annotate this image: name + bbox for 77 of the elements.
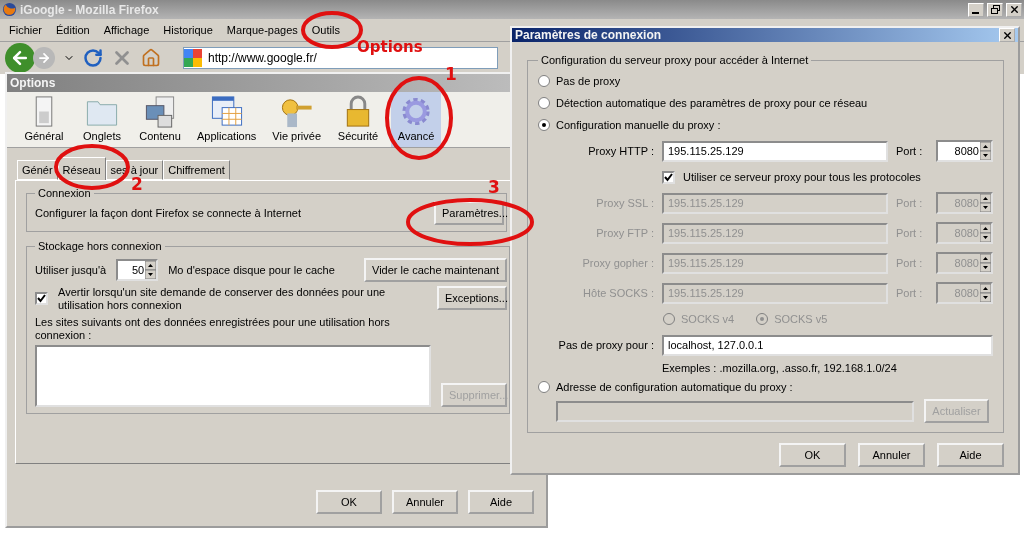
menu-item[interactable]: Fichier (4, 22, 47, 38)
checkbox[interactable] (662, 170, 675, 184)
pane-button[interactable]: Général (19, 92, 69, 147)
tab[interactable]: Chiffrement (163, 160, 230, 180)
cache-unit-label: Mo d'espace disque pour le cache (168, 264, 336, 276)
port-field[interactable]: 8080 (936, 140, 993, 162)
close-icon[interactable] (999, 28, 1015, 42)
menu-item[interactable]: Édition (51, 22, 95, 38)
menu-item[interactable]: Marque-pages (221, 22, 303, 38)
dialog-button[interactable]: Annuler (392, 490, 458, 514)
checkbox[interactable] (35, 292, 48, 305)
pane-button[interactable]: Avancé (391, 92, 442, 147)
no-proxy-label: Pas de proxy pour : (557, 338, 654, 353)
port-label: Port : (896, 227, 924, 239)
menu-item[interactable]: Historique (158, 22, 218, 38)
spin-arrows-icon[interactable] (145, 261, 157, 279)
pane-button[interactable]: Sécurité (333, 92, 384, 147)
spin-arrows-icon[interactable] (980, 142, 991, 160)
cache-label: Utiliser jusqu'à (35, 264, 107, 276)
dialog-button[interactable]: Aide (937, 443, 1004, 467)
connection-text: Configurer la façon dont Firefox se connecte à Internet (35, 207, 301, 219)
annotation-label: 3 (488, 177, 500, 197)
warn-label: Avertir lorsqu'un site demande de conserver des données pour une utilisation hors connexion (58, 286, 387, 312)
auto-config-url-field[interactable] (556, 400, 914, 422)
tab[interactable]: Réseau (57, 157, 106, 181)
spin-arrows-icon[interactable] (980, 224, 991, 242)
pane-button[interactable]: Vie privée (268, 92, 326, 147)
back-icon[interactable] (5, 43, 35, 73)
radio-option[interactable]: Adresse de configuration automatique du proxy : (538, 376, 995, 398)
proxy-label: Proxy SSL : (595, 196, 654, 211)
group-label: Stockage hors connexion (37, 240, 163, 252)
dialog-button[interactable]: OK (779, 443, 846, 467)
reload-icon[interactable] (83, 48, 103, 68)
proxy-label: Proxy HTTP : (587, 144, 654, 159)
examples-hint: Exemples : .mozilla.org, .asso.fr, 192.168.1.0/24 (662, 362, 897, 374)
window-title: Options (10, 76, 56, 90)
pane-button[interactable]: Onglets (77, 92, 127, 147)
dialog-title: Paramètres de connexion (515, 28, 662, 42)
menu-item[interactable]: Affichage (98, 22, 155, 38)
favicon-icon (184, 49, 202, 67)
port-label: Port : (896, 197, 924, 209)
menu-item[interactable]: Outils (306, 22, 345, 38)
restore-icon[interactable] (987, 2, 1003, 17)
proxy-label: Proxy FTP : (595, 226, 654, 241)
port-label: Port : (896, 257, 924, 269)
tab[interactable]: Génér (17, 160, 58, 180)
exceptions-button[interactable]: Exceptions... (437, 286, 507, 310)
minimize-icon[interactable] (968, 2, 984, 17)
dialog-button[interactable]: Annuler (858, 443, 925, 467)
share-proxy-label: Utiliser ce serveur proxy pour tous les protocoles (683, 171, 921, 183)
port-label: Port : (896, 145, 924, 157)
radio-option[interactable]: Configuration manuelle du proxy : (538, 114, 995, 136)
checkmark-icon (37, 294, 46, 303)
cache-size-field[interactable]: 50 (116, 259, 159, 281)
sites-label: Les sites suivants ont des données enregistrées pour une utilisation hors connexion : (35, 316, 391, 342)
proxy-label: Proxy gopher : (581, 256, 654, 271)
dialog-button[interactable]: OK (316, 490, 382, 514)
proxy-label: Hôte SOCKS : (582, 286, 654, 301)
group-label: Configuration du serveur proxy pour accéder à Internet (540, 54, 810, 66)
spin-arrows-icon[interactable] (980, 254, 991, 272)
no-proxy-field[interactable]: localhost, 127.0.0.1 (662, 334, 993, 356)
port-label: Port : (896, 287, 924, 299)
sites-list[interactable] (35, 345, 431, 407)
radio-option[interactable]: Pas de proxy (538, 70, 995, 92)
pane-button[interactable]: Contenu (135, 92, 185, 147)
proxy-address-field[interactable]: 195.115.25.129 (662, 140, 888, 162)
group-label: Connexion (37, 187, 92, 199)
spin-arrows-icon[interactable] (980, 284, 991, 302)
spin-arrows-icon[interactable] (980, 194, 991, 212)
radio-option[interactable]: Détection automatique des paramètres de proxy pour ce réseau (538, 92, 995, 114)
window-title: iGoogle - Mozilla Firefox (20, 2, 160, 17)
checkmark-icon (664, 172, 673, 182)
dialog-button[interactable]: Aide (468, 490, 534, 514)
pane-button[interactable]: Applications (193, 92, 261, 147)
browser-logo-icon (2, 2, 17, 17)
close-icon[interactable] (1006, 2, 1022, 17)
clear-cache-button[interactable]: Vider le cache maintenant (364, 258, 507, 282)
